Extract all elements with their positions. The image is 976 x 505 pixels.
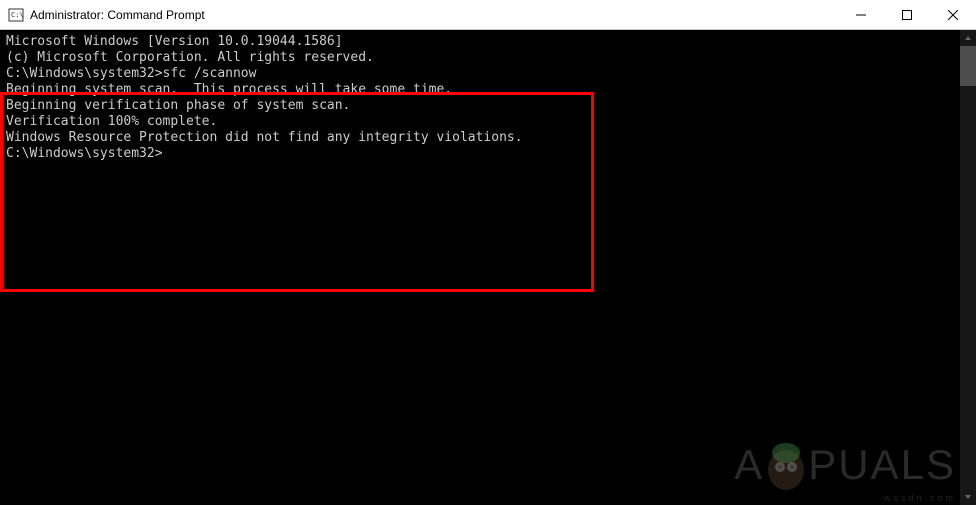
close-button[interactable] (930, 0, 976, 29)
prompt-line: C:\Windows\system32> (6, 146, 970, 162)
prompt-line: C:\Windows\system32>sfc /scannow (6, 66, 970, 82)
output-line: Microsoft Windows [Version 10.0.19044.15… (6, 34, 970, 50)
window-controls (838, 0, 976, 29)
terminal-output[interactable]: Microsoft Windows [Version 10.0.19044.15… (0, 30, 976, 505)
output-line: Beginning verification phase of system s… (6, 98, 970, 114)
titlebar[interactable]: C:\ Administrator: Command Prompt (0, 0, 976, 30)
minimize-button[interactable] (838, 0, 884, 29)
svg-text:C:\: C:\ (11, 11, 24, 19)
output-line: Verification 100% complete. (6, 114, 970, 130)
maximize-button[interactable] (884, 0, 930, 29)
scrollbar-thumb[interactable] (960, 46, 976, 86)
output-line: Beginning system scan. This process will… (6, 82, 970, 98)
scroll-up-arrow[interactable] (960, 30, 976, 46)
vertical-scrollbar[interactable] (960, 30, 976, 505)
command-prompt-window: C:\ Administrator: Command Prompt Micros… (0, 0, 976, 505)
output-line: Windows Resource Protection did not find… (6, 130, 970, 146)
scroll-down-arrow[interactable] (960, 489, 976, 505)
app-icon: C:\ (8, 7, 24, 23)
output-line: (c) Microsoft Corporation. All rights re… (6, 50, 970, 66)
window-title: Administrator: Command Prompt (30, 8, 838, 22)
scrollbar-track[interactable] (960, 30, 976, 505)
